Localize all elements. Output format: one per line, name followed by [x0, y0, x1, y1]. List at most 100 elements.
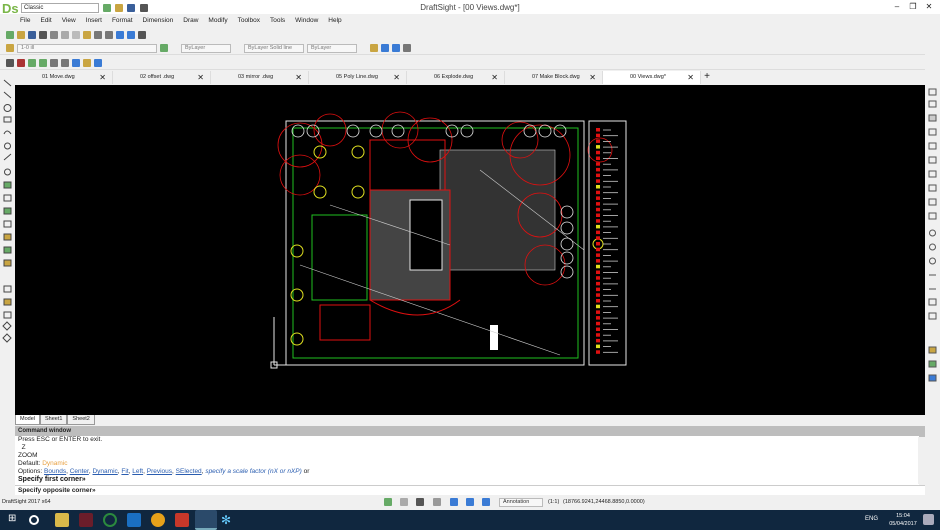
menu-toolbox[interactable]: Toolbox: [238, 15, 260, 27]
option-dynamic[interactable]: Dynamic: [92, 468, 117, 475]
language-indicator[interactable]: ENG: [865, 516, 878, 522]
option-left[interactable]: Left: [132, 468, 143, 475]
lineweight-dropdown[interactable]: ByLayer: [307, 43, 357, 53]
file-explorer-icon[interactable]: [55, 513, 69, 527]
insert-icon[interactable]: [39, 59, 47, 67]
dimension-icon[interactable]: [381, 44, 389, 52]
hatch-icon[interactable]: [50, 59, 58, 67]
layer-state-icon[interactable]: [83, 59, 91, 67]
sheet-tab-sheet2[interactable]: Sheet2: [67, 415, 95, 425]
annotation-scale-dropdown[interactable]: Annotation: [499, 498, 543, 507]
option-previous[interactable]: Previous: [147, 468, 172, 475]
close-tab-icon[interactable]: ✕: [687, 71, 694, 84]
tab-00-views[interactable]: 00 Views.dwg* ✕: [603, 71, 701, 84]
tab-02-offset[interactable]: 02 offset .dwg ✕: [113, 71, 211, 84]
new-icon[interactable]: [6, 30, 14, 39]
erase-icon[interactable]: [6, 59, 14, 67]
grid-toggle-icon[interactable]: [400, 498, 408, 506]
circle-icon[interactable]: [403, 44, 411, 52]
option-center[interactable]: Center: [70, 468, 89, 475]
measure-icon[interactable]: [94, 59, 102, 67]
esnap-toggle-icon[interactable]: [450, 498, 458, 506]
chrome-icon[interactable]: [151, 513, 165, 527]
etrack-toggle-icon[interactable]: [466, 498, 474, 506]
command-input[interactable]: Specify opposite corner»: [15, 485, 925, 495]
redo-icon[interactable]: [105, 30, 113, 39]
outlook-icon[interactable]: [127, 513, 141, 527]
zoom-window-icon[interactable]: [72, 59, 80, 67]
color-dropdown[interactable]: ByLayer: [181, 43, 231, 53]
app-icon-snowflake[interactable]: ✻: [221, 513, 235, 527]
drawing-canvas[interactable]: [15, 85, 925, 415]
close-tab-icon[interactable]: ✕: [589, 71, 596, 84]
sheet-tab-sheet1[interactable]: Sheet1: [39, 415, 68, 425]
app-icon[interactable]: [79, 513, 93, 527]
print-preview-icon[interactable]: [50, 30, 58, 39]
menu-view[interactable]: View: [62, 15, 76, 27]
close-button[interactable]: ✕: [922, 2, 936, 11]
tab-06-explode[interactable]: 06 Explode.dwg ✕: [407, 71, 505, 84]
app-icon-green[interactable]: [103, 513, 117, 527]
option-fit[interactable]: Fit: [121, 468, 128, 475]
cut-icon[interactable]: [61, 30, 69, 39]
close-tab-icon[interactable]: ✕: [491, 71, 498, 84]
ortho-toggle-icon[interactable]: [416, 498, 424, 506]
new-tab-button[interactable]: +: [701, 71, 713, 84]
minimize-button[interactable]: –: [890, 2, 904, 11]
layer-icon[interactable]: [160, 44, 168, 52]
tab-07-make-block[interactable]: 07 Make Block.dwg ✕: [505, 71, 603, 84]
option-selected[interactable]: SElected: [176, 468, 202, 475]
print-icon[interactable]: [39, 30, 47, 39]
menu-modify[interactable]: Modify: [208, 15, 227, 27]
draftsight-taskbar-icon[interactable]: [195, 510, 217, 530]
copy-icon[interactable]: [72, 30, 80, 39]
tab-01-move[interactable]: 01 Move.dwg ✕: [15, 71, 113, 84]
command-scrollbar[interactable]: [918, 437, 925, 484]
windows-start-icon[interactable]: ⊞: [8, 513, 22, 527]
save-icon[interactable]: [28, 30, 36, 39]
open-icon[interactable]: [115, 4, 123, 12]
undo-icon[interactable]: [94, 30, 102, 39]
menu-draw[interactable]: Draw: [183, 15, 198, 27]
notifications-icon[interactable]: [923, 514, 934, 525]
layer-dropdown[interactable]: 1-0 ill: [17, 43, 157, 53]
tab-03-mirror[interactable]: 03 mirror .dwg ✕: [211, 71, 309, 84]
powerpoint-icon[interactable]: [175, 513, 189, 527]
snap-toggle-icon[interactable]: [384, 498, 392, 506]
linestyle-dropdown[interactable]: ByLayer Solid line: [244, 43, 304, 53]
block-icon[interactable]: [28, 59, 36, 67]
paste-icon[interactable]: [83, 30, 91, 39]
close-tab-icon[interactable]: ✕: [393, 71, 400, 84]
close-tab-icon[interactable]: ✕: [295, 71, 302, 84]
sheet-tab-model[interactable]: Model: [15, 415, 40, 425]
rectangle-icon[interactable]: [392, 44, 400, 52]
trim-icon[interactable]: [61, 59, 69, 67]
tab-05-poly-line[interactable]: 05 Poly Line.dwg ✕: [309, 71, 407, 84]
close-tab-icon[interactable]: ✕: [99, 71, 106, 84]
mark-icon[interactable]: [17, 59, 25, 67]
new-icon[interactable]: [103, 4, 111, 12]
workspace-dropdown[interactable]: Classic: [21, 3, 99, 13]
clock[interactable]: 15:04 05/04/2017: [888, 512, 918, 528]
layer-manager-icon[interactable]: [6, 44, 14, 52]
menu-format[interactable]: Format: [112, 15, 133, 27]
print-icon[interactable]: [140, 4, 148, 12]
close-tab-icon[interactable]: ✕: [197, 71, 204, 84]
menu-tools[interactable]: Tools: [270, 15, 285, 27]
restore-button[interactable]: ❐: [906, 2, 920, 11]
polar-toggle-icon[interactable]: [433, 498, 441, 506]
menu-edit[interactable]: Edit: [40, 15, 51, 27]
properties-icon[interactable]: [138, 30, 146, 39]
option-bounds[interactable]: Bounds: [44, 468, 66, 475]
menu-window[interactable]: Window: [295, 15, 318, 27]
menu-insert[interactable]: Insert: [86, 15, 102, 27]
snap-icon[interactable]: [370, 44, 378, 52]
zoom-icon[interactable]: [127, 30, 135, 39]
menu-dimension[interactable]: Dimension: [143, 15, 174, 27]
save-icon[interactable]: [127, 4, 135, 12]
search-icon[interactable]: [29, 515, 39, 525]
menu-file[interactable]: File: [20, 15, 30, 27]
view-tool-icons[interactable]: [925, 85, 940, 415]
open-icon[interactable]: [17, 30, 25, 39]
pan-icon[interactable]: [116, 30, 124, 39]
